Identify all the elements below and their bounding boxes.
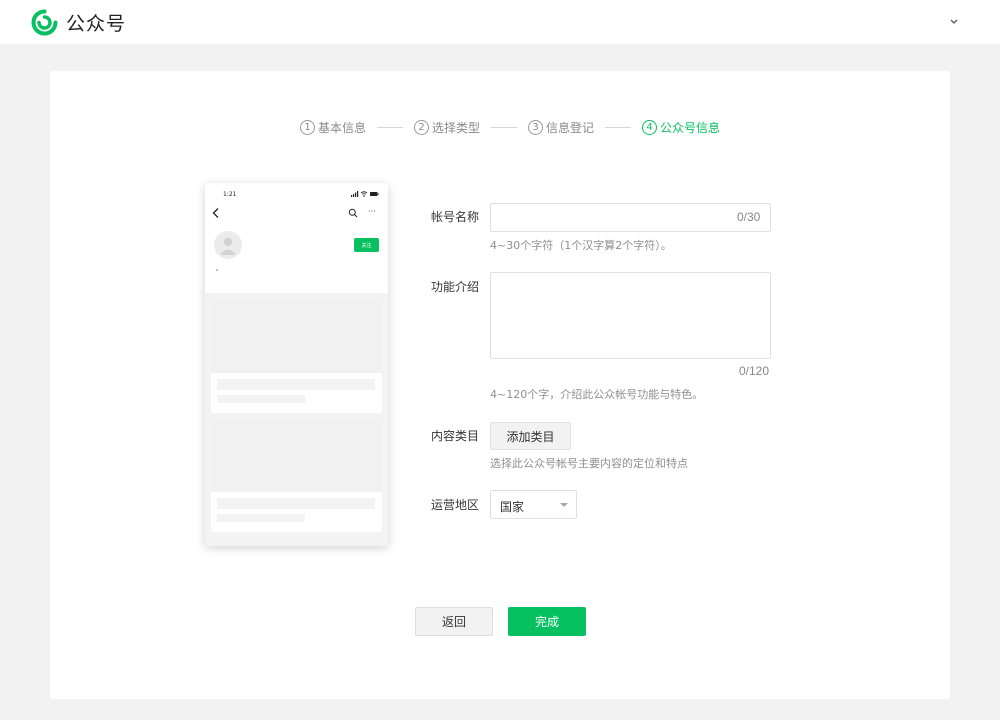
intro-field[interactable] [490,272,771,359]
step-label: 基本信息 [318,120,367,135]
region-selected-value: 国家 [500,500,525,514]
done-button[interactable]: 完成 [508,607,586,636]
add-category-button[interactable]: 添加类目 [490,422,571,450]
step-basic-info: 1 基本信息 [300,119,366,136]
status-bar-icon [351,191,379,197]
phone-preview: 1:21 ··· 关注 [205,183,388,546]
region-select[interactable]: 国家 [490,490,577,519]
placeholder-line [217,379,375,390]
intro-hint: 4~120个字，介绍此公众帐号功能与特色。 [490,388,704,401]
step-select-type: 2 选择类型 [414,119,480,136]
account-name-hint: 4~30个字符（1个汉字算2个字符）。 [490,239,672,252]
placeholder-image [211,419,382,492]
preview-time: 1:21 [223,191,237,198]
step-indicator: 1 基本信息 2 选择类型 3 信息登记 4 公众号信息 [300,117,720,137]
step-number: 4 [642,119,658,135]
preview-article-card [211,300,382,413]
follow-button: 关注 [354,238,379,252]
step-number: 1 [300,119,315,135]
step-number: 2 [414,119,430,135]
back-button[interactable]: 返回 [415,607,493,636]
more-icon: ··· [368,207,376,216]
step-label: 信息登记 [546,120,595,135]
step-divider [491,126,518,128]
avatar [214,231,242,259]
placeholder-dot [216,269,218,271]
account-name-label: 帐号名称 [431,210,480,224]
step-label: 公众号信息 [660,120,721,135]
step-label: 选择类型 [432,120,481,135]
account-name-field[interactable] [490,203,771,232]
region-label: 运营地区 [431,498,480,512]
brand-title: 公众号 [66,13,127,35]
step-account-info: 4 公众号信息 [642,119,720,136]
placeholder-line [217,395,305,403]
placeholder-image [211,300,382,373]
placeholder-line [217,498,375,509]
main-card [50,71,950,699]
category-label: 内容类目 [431,429,480,443]
intro-textarea[interactable] [491,273,770,358]
back-arrow-icon [212,208,219,218]
wechat-mp-logo-icon [31,9,58,36]
intro-label: 功能介绍 [431,280,480,294]
step-divider [605,126,632,128]
top-bar: 公众号 [0,0,1000,44]
account-name-input[interactable] [491,204,721,231]
preview-header: 1:21 ··· 关注 [205,183,388,293]
intro-counter: 0/120 [739,364,770,378]
user-silhouette-icon [220,237,236,255]
step-divider [377,126,404,128]
step-number: 3 [528,119,544,135]
caret-down-icon [560,503,568,507]
search-icon [348,208,358,218]
category-hint: 选择此公众号帐号主要内容的定位和特点 [490,457,688,470]
chevron-down-icon[interactable] [946,14,962,30]
account-name-counter: 0/30 [737,210,761,224]
step-registration: 3 信息登记 [528,119,594,136]
placeholder-line [217,514,305,522]
preview-article-card [211,419,382,532]
